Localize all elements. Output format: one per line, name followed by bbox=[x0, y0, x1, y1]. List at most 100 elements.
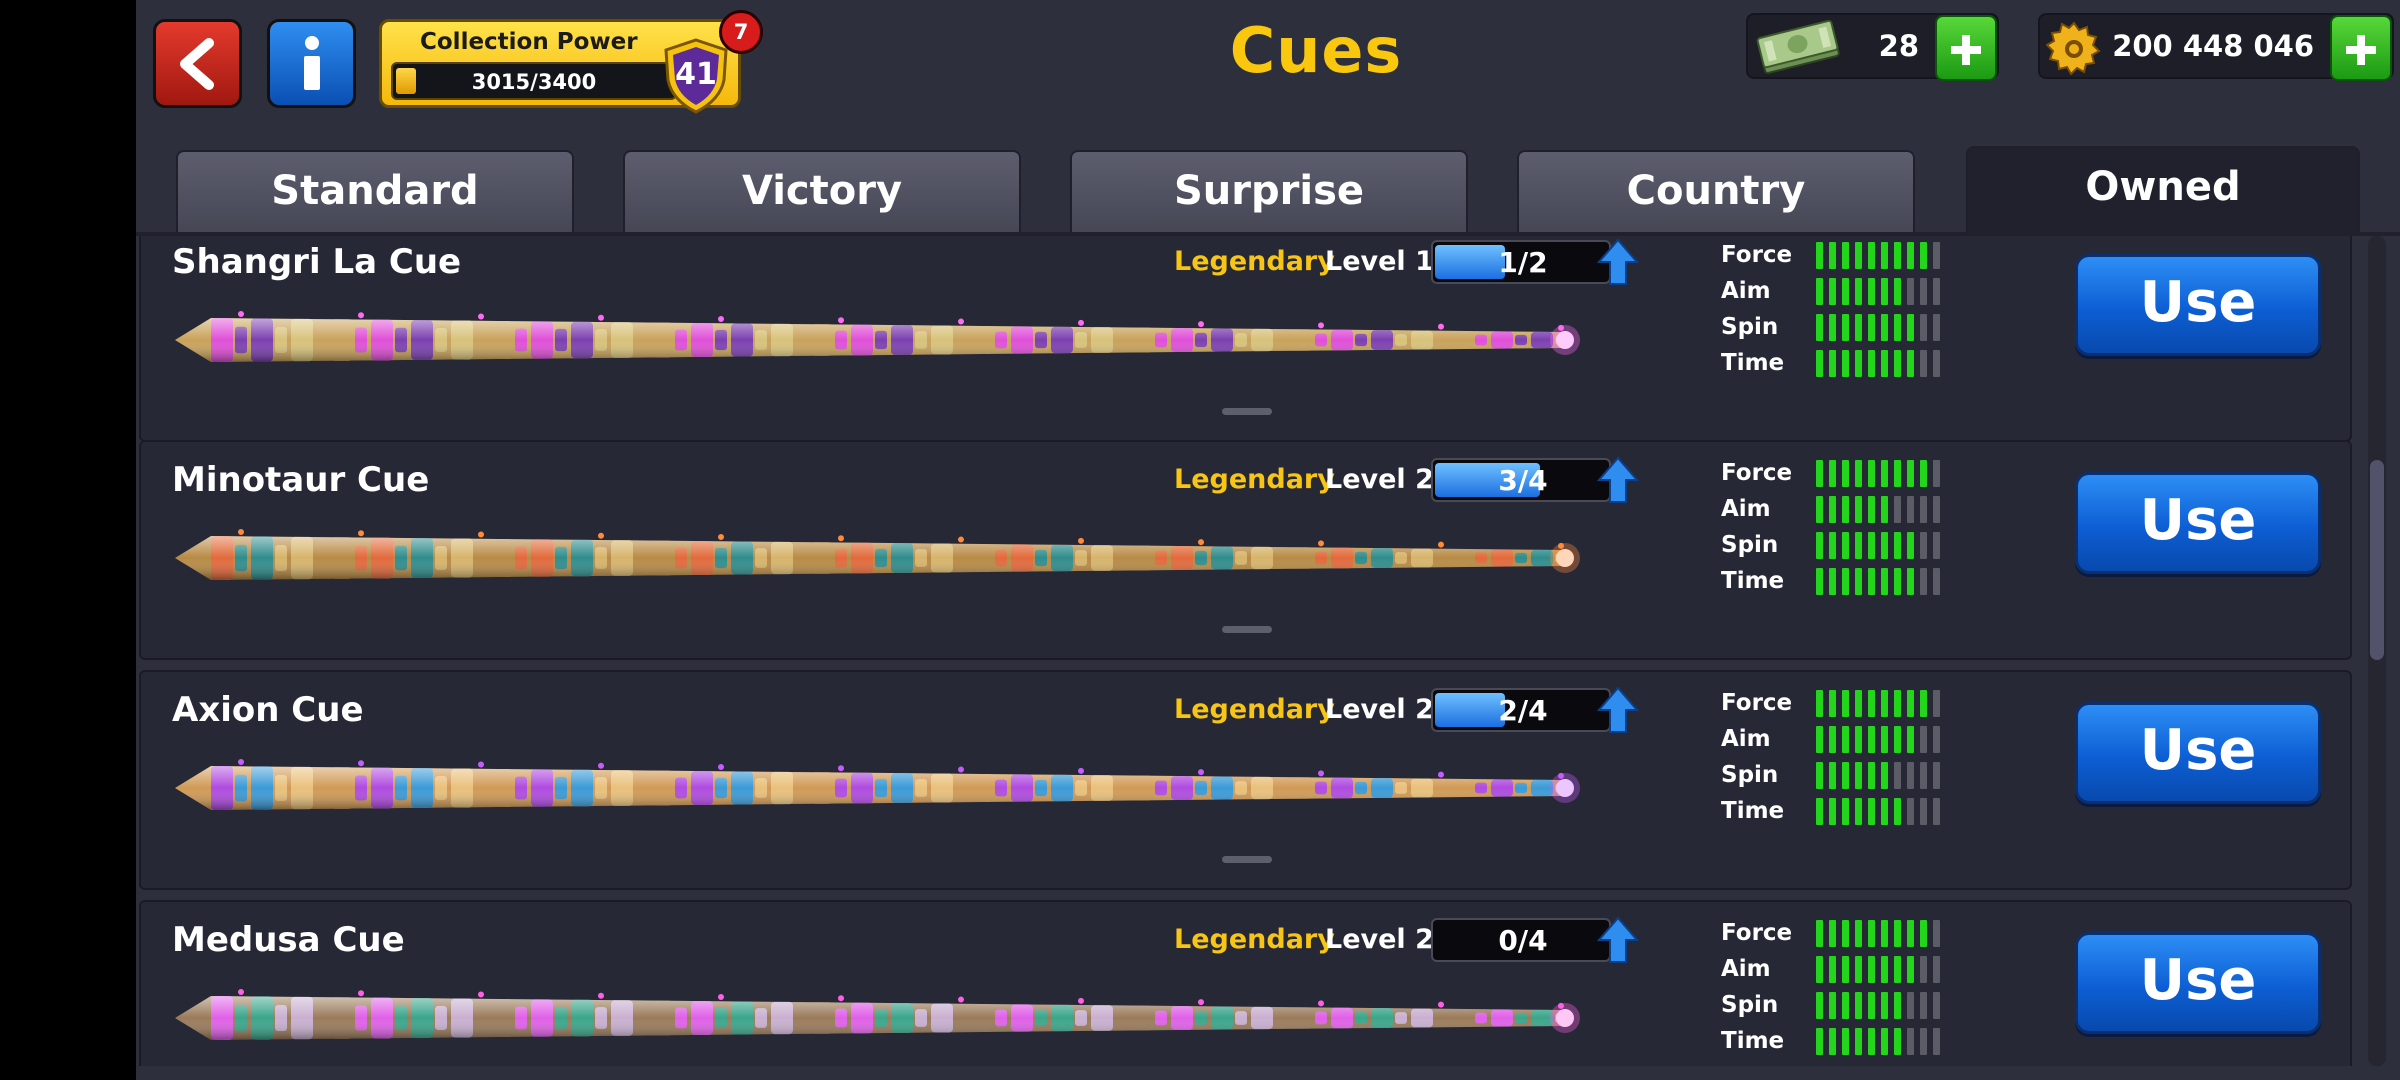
stat-bar-segment bbox=[1907, 460, 1914, 487]
stat-bar-segment bbox=[1842, 1028, 1849, 1055]
stat-bar-segment bbox=[1920, 690, 1927, 717]
collection-power-value: 3015/3400 bbox=[471, 70, 597, 94]
cue-rarity: Legendary bbox=[1174, 246, 1335, 277]
stat-bar-segment bbox=[1881, 798, 1888, 825]
stat-bar-segment bbox=[1816, 242, 1823, 269]
stat-bar-segment bbox=[1855, 460, 1862, 487]
stat-bar-segment bbox=[1933, 690, 1940, 717]
cue-stat-time: Time bbox=[1721, 1028, 1961, 1058]
upgrade-arrow-icon[interactable] bbox=[1597, 916, 1639, 964]
cue-stat-spin: Spin bbox=[1721, 314, 1961, 344]
stat-bar-segment bbox=[1920, 314, 1927, 341]
stat-bar-segment bbox=[1933, 278, 1940, 305]
stat-bar-segment bbox=[1868, 532, 1875, 559]
use-button[interactable]: Use bbox=[2075, 472, 2321, 574]
cue-card: Medusa Cue Legendary Level 2 0/4 Force Aim Spi… bbox=[139, 900, 2352, 1066]
stat-bar-segment bbox=[1816, 496, 1823, 523]
stat-bar-segment bbox=[1829, 460, 1836, 487]
stat-bar-segment bbox=[1855, 496, 1862, 523]
stat-bar-segment bbox=[1933, 460, 1940, 487]
collection-power-bar: 3015/3400 bbox=[391, 62, 677, 100]
stat-bar-segment bbox=[1920, 920, 1927, 947]
back-button[interactable] bbox=[153, 19, 242, 108]
cash-balance: 28 bbox=[1746, 13, 1999, 81]
cue-image bbox=[175, 529, 1580, 580]
stat-bar-segment bbox=[1881, 956, 1888, 983]
stat-bar-segment bbox=[1816, 1028, 1823, 1055]
cue-image bbox=[175, 759, 1580, 810]
add-coins-button[interactable] bbox=[2330, 15, 2392, 81]
stat-bar-segment bbox=[1842, 956, 1849, 983]
cue-list[interactable]: Shangri La Cue Legendary Level 1 1/2 Force Ai… bbox=[136, 236, 2400, 1066]
cue-rarity: Legendary bbox=[1174, 464, 1335, 495]
stat-bar-segment bbox=[1855, 532, 1862, 559]
stat-bar-segment bbox=[1816, 798, 1823, 825]
stat-bar-segment bbox=[1933, 314, 1940, 341]
upgrade-arrow-icon[interactable] bbox=[1597, 456, 1639, 504]
chevron-left-icon bbox=[179, 37, 214, 90]
stat-bar-segment bbox=[1894, 496, 1901, 523]
stat-bar-segment bbox=[1920, 956, 1927, 983]
stat-bar-segment bbox=[1816, 762, 1823, 789]
stat-bar-segment bbox=[1894, 920, 1901, 947]
stat-bar-segment bbox=[1881, 920, 1888, 947]
stat-bar-segment bbox=[1842, 920, 1849, 947]
stat-bar-segment bbox=[1842, 314, 1849, 341]
stat-bar-segment bbox=[1816, 532, 1823, 559]
scrollbar-thumb[interactable] bbox=[2370, 460, 2384, 660]
cue-stat-label: Time bbox=[1721, 798, 1785, 824]
stat-bar-segment bbox=[1829, 242, 1836, 269]
stat-bar-segment bbox=[1816, 460, 1823, 487]
cue-stat-label: Time bbox=[1721, 568, 1785, 594]
tab-country[interactable]: Country bbox=[1517, 150, 1915, 232]
use-button[interactable]: Use bbox=[2075, 702, 2321, 804]
page-title: Cues bbox=[1229, 14, 1403, 87]
stat-bar-segment bbox=[1881, 726, 1888, 753]
stat-bar-segment bbox=[1855, 278, 1862, 305]
cue-stat-label: Aim bbox=[1721, 726, 1771, 752]
upgrade-arrow-icon[interactable] bbox=[1597, 686, 1639, 734]
stat-bar-segment bbox=[1907, 992, 1914, 1019]
stat-bar-segment bbox=[1855, 726, 1862, 753]
cue-rarity: Legendary bbox=[1174, 924, 1335, 955]
stat-bar-segment bbox=[1868, 690, 1875, 717]
tab-surprise[interactable]: Surprise bbox=[1070, 150, 1468, 232]
cue-name: Shangri La Cue bbox=[172, 242, 462, 282]
use-button[interactable]: Use bbox=[2075, 254, 2321, 356]
cue-stat-label: Spin bbox=[1721, 532, 1779, 558]
info-button[interactable] bbox=[267, 19, 356, 108]
stat-bar-segment bbox=[1907, 762, 1914, 789]
upgrade-arrow-icon[interactable] bbox=[1597, 238, 1639, 286]
stat-bar-segment bbox=[1855, 798, 1862, 825]
cue-stat-label: Aim bbox=[1721, 278, 1771, 304]
cue-name: Medusa Cue bbox=[172, 920, 405, 960]
stat-bar-segment bbox=[1829, 278, 1836, 305]
stat-bar-segment bbox=[1907, 956, 1914, 983]
use-button[interactable]: Use bbox=[2075, 932, 2321, 1034]
tab-owned[interactable]: Owned bbox=[1966, 146, 2360, 236]
collection-power-widget[interactable]: Collection Power 3015/3400 41 bbox=[379, 19, 741, 114]
cue-upgrade-progress-text: 2/4 bbox=[1498, 694, 1548, 727]
coin-gear-icon bbox=[2046, 21, 2101, 75]
stat-bar-segment bbox=[1881, 568, 1888, 595]
stat-bar-segment bbox=[1881, 532, 1888, 559]
cue-card: Axion Cue Legendary Level 2 2/4 Force Aim Spin… bbox=[139, 670, 2352, 890]
collection-level-badge: 41 bbox=[662, 38, 730, 114]
tab-victory[interactable]: Victory bbox=[623, 150, 1021, 232]
stat-bar-segment bbox=[1868, 762, 1875, 789]
stat-bar-segment bbox=[1907, 314, 1914, 341]
tab-standard[interactable]: Standard bbox=[176, 150, 574, 232]
add-cash-button[interactable] bbox=[1935, 15, 1997, 81]
stat-bar-segment bbox=[1855, 920, 1862, 947]
stat-bar-segment bbox=[1868, 350, 1875, 377]
cue-stat-aim: Aim bbox=[1721, 726, 1961, 756]
stat-bar-segment bbox=[1855, 242, 1862, 269]
stat-bar-segment bbox=[1868, 460, 1875, 487]
notification-badge: 7 bbox=[719, 10, 763, 54]
stat-bar-segment bbox=[1829, 726, 1836, 753]
stat-bar-segment bbox=[1881, 496, 1888, 523]
stat-bar-segment bbox=[1907, 568, 1914, 595]
stat-bar-segment bbox=[1868, 278, 1875, 305]
stat-bar-segment bbox=[1920, 1028, 1927, 1055]
stat-bar-segment bbox=[1881, 460, 1888, 487]
